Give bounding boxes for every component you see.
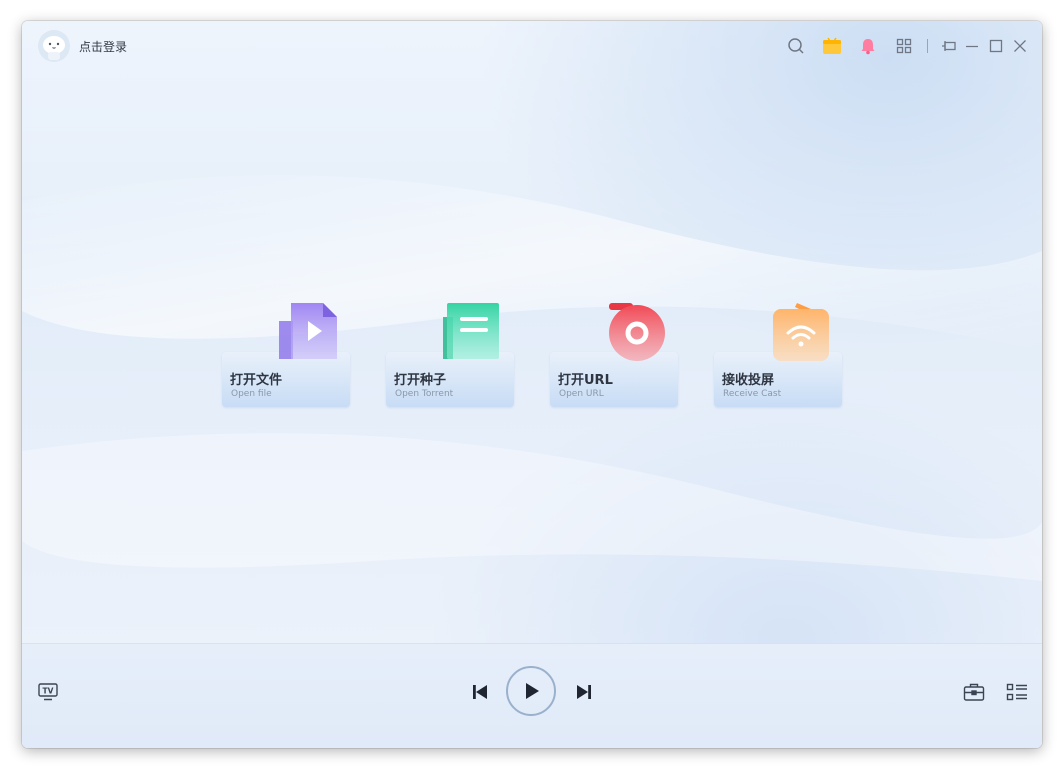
card-subtitle: Open Torrent <box>395 389 454 399</box>
card-title: 打开文件 <box>230 373 283 388</box>
next-track-icon[interactable] <box>573 682 595 702</box>
card-title: 打开URL <box>558 373 613 388</box>
app-window: 点击登录 打开文件 Open file 打开种子 Open Torrent 打开… <box>22 21 1042 748</box>
torrent-icon <box>443 303 499 359</box>
card-title: 接收投屏 <box>722 373 775 388</box>
previous-track-icon[interactable] <box>469 682 491 702</box>
open-url-card[interactable]: 打开URL Open URL <box>550 303 678 407</box>
tv-cast-icon[interactable]: TV <box>37 682 59 702</box>
player-control-bar: TV <box>22 643 1042 748</box>
toolbox-icon[interactable] <box>962 682 986 702</box>
tv-badge-text: TV <box>43 687 54 696</box>
quick-actions: 打开文件 Open file 打开种子 Open Torrent 打开URL O… <box>22 21 1042 748</box>
card-title: 打开种子 <box>394 373 447 388</box>
card-subtitle: Open URL <box>559 389 604 399</box>
url-record-icon <box>609 303 665 361</box>
cast-receive-icon <box>773 303 829 361</box>
card-subtitle: Open file <box>231 389 272 399</box>
open-file-card[interactable]: 打开文件 Open file <box>222 303 350 407</box>
playlist-icon[interactable] <box>1005 682 1029 702</box>
play-button[interactable] <box>506 666 556 716</box>
receive-cast-card[interactable]: 接收投屏 Receive Cast <box>714 303 842 407</box>
play-icon <box>526 683 539 699</box>
card-subtitle: Receive Cast <box>723 389 782 399</box>
video-file-icon <box>279 303 337 359</box>
open-torrent-card[interactable]: 打开种子 Open Torrent <box>386 303 514 407</box>
